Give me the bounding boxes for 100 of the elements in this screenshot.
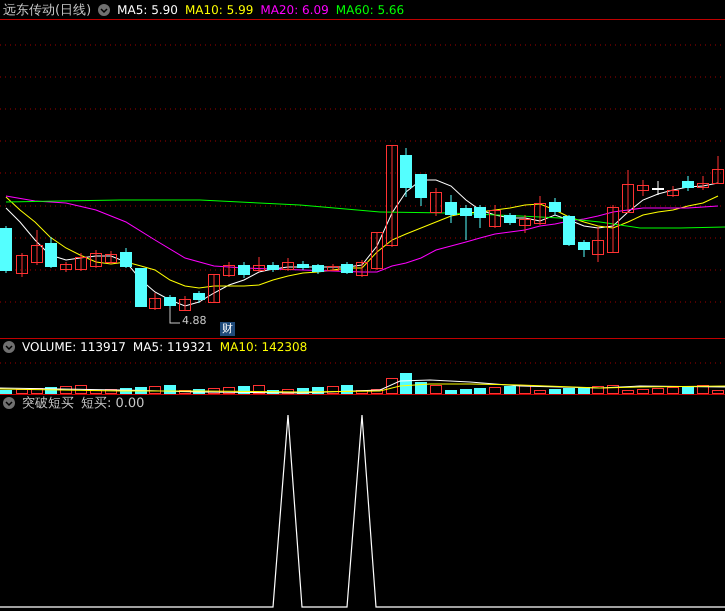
candlestick (75, 252, 87, 272)
volume-bar (267, 390, 279, 394)
volume-bar (31, 388, 43, 394)
candlestick (607, 204, 619, 254)
volume-bar (282, 389, 294, 394)
volume-bar (712, 390, 724, 394)
volume-bar (327, 386, 339, 394)
volume-bar (223, 387, 235, 394)
volume-value: VOLUME: 113917 (22, 340, 126, 354)
candlestick (164, 294, 176, 308)
signal-indicator-title: 突破短买 (22, 395, 74, 412)
volume-bar (16, 389, 28, 394)
volume-bar (253, 385, 265, 394)
volume-bar (667, 387, 679, 394)
candlestick (341, 262, 353, 274)
chevron-down-icon[interactable] (3, 341, 15, 353)
volume-bar (534, 390, 546, 394)
candlestick (489, 204, 501, 228)
candlestick (267, 262, 279, 272)
volume-bar (430, 385, 442, 394)
volume-bar (193, 389, 205, 394)
volume-bar (607, 385, 619, 394)
candlestick (563, 214, 575, 246)
volume-bar (75, 385, 87, 394)
volume-bar (149, 386, 161, 394)
volume-bar (356, 390, 368, 394)
candlestick (149, 292, 161, 310)
volume-value: MA5: 119321 (132, 340, 213, 354)
low-price-label: 4.88 (182, 314, 206, 327)
moving-average-value: MA5: 5.90 (117, 2, 178, 16)
volume-bar (563, 388, 575, 394)
volume-bar (400, 373, 412, 394)
volume-bar (474, 388, 486, 394)
volume-bar (637, 389, 649, 394)
candlestick (400, 148, 412, 198)
candlestick (16, 252, 28, 278)
moving-average-value: MA10: 5.99 (184, 2, 254, 16)
chevron-down-icon[interactable] (98, 4, 110, 16)
volume-bar (592, 386, 604, 394)
candlestick (578, 240, 590, 258)
candlestick (208, 274, 220, 304)
volume-bar (549, 389, 561, 394)
volume-bar (504, 386, 516, 394)
stock-title: 远东传动(日线) (3, 2, 92, 18)
candlestick (356, 260, 368, 278)
candlestick (105, 250, 117, 264)
volume-bar (460, 389, 472, 394)
volume-bar (60, 386, 72, 394)
volume-bar (90, 390, 102, 394)
candlestick (179, 296, 191, 312)
low-pointer-line (170, 308, 180, 324)
candlestick (549, 198, 561, 216)
candlestick (460, 204, 472, 240)
moving-average-value: MA60: 5.66 (336, 2, 404, 16)
candlestick (504, 212, 516, 226)
finance-badge[interactable]: 财 (220, 322, 235, 336)
candlestick (592, 226, 604, 262)
candlestick (297, 260, 309, 270)
volume-bar (622, 390, 634, 394)
candlestick (312, 264, 324, 274)
candlestick (120, 248, 132, 268)
candlestick (712, 156, 724, 184)
candlestick (637, 180, 649, 196)
candlestick (0, 226, 12, 274)
volume-bar (0, 390, 12, 394)
volume-value: MA10: 142308 (220, 340, 308, 354)
chevron-down-icon[interactable] (3, 397, 15, 409)
candlestick (60, 262, 72, 272)
volume-bar (519, 385, 531, 394)
candlestick (31, 230, 43, 266)
candlestick (622, 170, 634, 214)
candlestick (652, 180, 664, 196)
volume-bar (415, 382, 427, 394)
volume-bar (105, 389, 117, 394)
candlestick (371, 232, 383, 270)
candlestick (135, 268, 147, 308)
volume-bar (371, 389, 383, 394)
candlestick (327, 264, 339, 272)
volume-bar (697, 385, 709, 394)
candlestick (682, 176, 694, 192)
candlestick (534, 196, 546, 226)
candlestick (667, 186, 679, 198)
volume-bar (386, 378, 398, 394)
candlestick (282, 258, 294, 272)
candlestick (223, 262, 235, 278)
moving-average-value: MA20: 6.09 (260, 2, 329, 16)
candlestick (430, 188, 442, 216)
volume-bar (179, 390, 191, 394)
volume-bar (652, 388, 664, 394)
signal-reading: 短买: 0.00 (81, 395, 144, 412)
candlestick (474, 204, 486, 228)
candlestick (45, 236, 57, 268)
candlestick (253, 256, 265, 272)
volume-bar (208, 388, 220, 394)
candlestick (415, 174, 427, 206)
volume-bar (489, 387, 501, 394)
candlestick (90, 250, 102, 268)
candlestick (697, 176, 709, 190)
candlestick (238, 262, 250, 278)
volume-bar (445, 390, 457, 394)
